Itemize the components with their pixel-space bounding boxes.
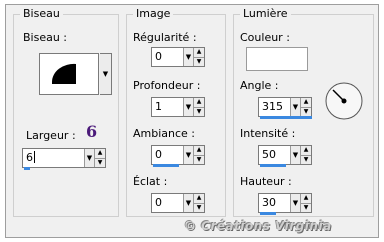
group-image: Image Régularité : 0 ▼ ▲ ▼ Profondeur : 1… <box>126 7 226 217</box>
angle-spinbox[interactable]: 315 ▼ ▲ ▼ <box>258 97 312 117</box>
profondeur-value[interactable]: 1 <box>152 98 183 116</box>
hauteur-label: Hauteur : <box>240 175 292 188</box>
up-arrow-icon[interactable]: ▲ <box>301 98 311 107</box>
bevel-shape-label: Biseau : <box>23 31 68 44</box>
regularite-label: Régularité : <box>133 31 197 44</box>
regularite-value[interactable]: 0 <box>152 48 183 66</box>
ambiance-value[interactable]: 0 <box>152 146 183 164</box>
down-arrow-icon[interactable]: ▼ <box>301 106 311 117</box>
largeur-annotation: 6 <box>86 122 98 141</box>
largeur-slider-bar[interactable] <box>24 167 30 170</box>
bevel-quarter-circle-icon <box>51 63 76 84</box>
down-arrow-icon[interactable]: ▼ <box>194 154 204 165</box>
eclat-stepper[interactable]: ▲ ▼ <box>193 194 204 212</box>
down-arrow-icon[interactable]: ▼ <box>194 202 204 213</box>
watermark-text: © Créations Virginia <box>184 219 332 233</box>
hauteur-dropdown-icon[interactable]: ▼ <box>290 194 300 212</box>
up-arrow-icon[interactable]: ▲ <box>194 48 204 57</box>
intensite-stepper[interactable]: ▲ ▼ <box>300 146 311 164</box>
hauteur-value[interactable]: 30 <box>259 194 290 212</box>
angle-slider-bar[interactable] <box>260 116 312 119</box>
largeur-label: Largeur : <box>26 129 76 142</box>
angle-label: Angle : <box>240 79 279 92</box>
couleur-swatch[interactable] <box>246 47 308 71</box>
largeur-stepper[interactable]: ▲ ▼ <box>94 149 105 167</box>
down-arrow-icon[interactable]: ▼ <box>301 202 311 213</box>
up-arrow-icon[interactable]: ▲ <box>95 149 105 158</box>
intensite-slider-bar[interactable] <box>260 164 286 167</box>
eclat-value[interactable]: 0 <box>152 194 183 212</box>
intensite-label: Intensité : <box>240 127 296 140</box>
largeur-value[interactable]: 6 <box>23 149 84 167</box>
regularite-spinbox[interactable]: 0 ▼ ▲ ▼ <box>151 47 205 67</box>
up-arrow-icon[interactable]: ▲ <box>194 98 204 107</box>
ambiance-stepper[interactable]: ▲ ▼ <box>193 146 204 164</box>
largeur-dropdown-icon[interactable]: ▼ <box>84 149 94 167</box>
bevel-dialog-panel: Biseau Biseau : ▼ Largeur : 6 6 ▼ ▲ ▼ Ima… <box>5 4 379 238</box>
down-arrow-icon[interactable]: ▼ <box>194 106 204 117</box>
chevron-down-icon: ▼ <box>102 70 109 78</box>
angle-stepper[interactable]: ▲ ▼ <box>300 98 311 116</box>
intensite-value[interactable]: 50 <box>259 146 290 164</box>
eclat-label: Éclat : <box>133 175 168 188</box>
ambiance-spinbox[interactable]: 0 ▼ ▲ ▼ <box>151 145 205 165</box>
hauteur-stepper[interactable]: ▲ ▼ <box>300 194 311 212</box>
intensite-spinbox[interactable]: 50 ▼ ▲ ▼ <box>258 145 312 165</box>
up-arrow-icon[interactable]: ▲ <box>194 146 204 155</box>
regularite-dropdown-icon[interactable]: ▼ <box>183 48 193 66</box>
couleur-label: Couleur : <box>240 31 290 44</box>
up-arrow-icon[interactable]: ▲ <box>194 194 204 203</box>
angle-dial-icon[interactable] <box>324 81 364 121</box>
up-arrow-icon[interactable]: ▲ <box>301 194 311 203</box>
group-lumiere: Lumière Couleur : Angle : 315 ▼ ▲ ▼ Inten… <box>233 7 374 217</box>
hauteur-spinbox[interactable]: 30 ▼ ▲ ▼ <box>258 193 312 213</box>
regularite-stepper[interactable]: ▲ ▼ <box>193 48 204 66</box>
eclat-spinbox[interactable]: 0 ▼ ▲ ▼ <box>151 193 205 213</box>
group-biseau: Biseau Biseau : ▼ Largeur : 6 6 ▼ ▲ ▼ <box>13 7 119 217</box>
largeur-text-cursor <box>34 151 35 163</box>
down-arrow-icon[interactable]: ▼ <box>301 154 311 165</box>
bevel-shape-preview[interactable] <box>39 53 99 95</box>
up-arrow-icon[interactable]: ▲ <box>301 146 311 155</box>
down-arrow-icon[interactable]: ▼ <box>194 56 204 67</box>
ambiance-dropdown-icon[interactable]: ▼ <box>183 146 193 164</box>
profondeur-stepper[interactable]: ▲ ▼ <box>193 98 204 116</box>
profondeur-dropdown-icon[interactable]: ▼ <box>183 98 193 116</box>
bevel-shape-dropdown-button[interactable]: ▼ <box>100 53 112 95</box>
ambiance-label: Ambiance : <box>133 127 196 140</box>
profondeur-label: Profondeur : <box>133 79 201 92</box>
group-image-title: Image <box>133 7 174 21</box>
group-biseau-title: Biseau <box>20 7 63 21</box>
eclat-dropdown-icon[interactable]: ▼ <box>183 194 193 212</box>
group-lumiere-title: Lumière <box>240 7 291 21</box>
ambiance-slider-bar[interactable] <box>153 164 179 167</box>
hauteur-slider-bar[interactable] <box>260 212 276 215</box>
angle-value[interactable]: 315 <box>259 98 290 116</box>
profondeur-spinbox[interactable]: 1 ▼ ▲ ▼ <box>151 97 205 117</box>
intensite-dropdown-icon[interactable]: ▼ <box>290 146 300 164</box>
angle-dropdown-icon[interactable]: ▼ <box>290 98 300 116</box>
down-arrow-icon[interactable]: ▼ <box>95 157 105 168</box>
